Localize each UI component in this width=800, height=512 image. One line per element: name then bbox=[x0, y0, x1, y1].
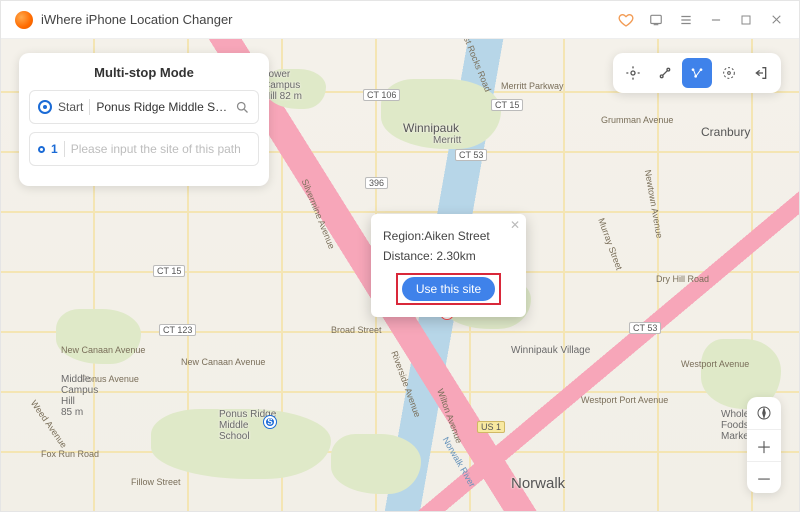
road-ponus: Ponus Avenue bbox=[81, 374, 139, 384]
app-title: iWhere iPhone Location Changer bbox=[41, 12, 233, 27]
distance-value: 2.30km bbox=[436, 249, 475, 263]
stop-index: 1 bbox=[51, 142, 58, 156]
start-label: Start bbox=[58, 100, 83, 114]
region-label: Region: bbox=[383, 229, 424, 243]
maximize-button[interactable] bbox=[737, 11, 755, 29]
label-cranbury: Cranbury bbox=[701, 125, 750, 139]
use-this-site-button[interactable]: Use this site bbox=[402, 277, 495, 301]
start-row[interactable]: Start Ponus Ridge Middle School bbox=[29, 90, 259, 124]
shield-ct53: CT 53 bbox=[629, 322, 661, 334]
shield-ct15: CT 15 bbox=[153, 265, 185, 277]
road-newtown: Newtown Avenue bbox=[643, 169, 665, 239]
close-button[interactable] bbox=[767, 11, 785, 29]
mode-toolbar bbox=[613, 53, 781, 93]
zoom-out-button[interactable]: － bbox=[747, 461, 781, 493]
road-broad: Broad Street bbox=[331, 325, 382, 335]
heart-icon[interactable] bbox=[617, 11, 635, 29]
road-silvermine: Silvermine Avenue bbox=[300, 178, 337, 251]
road-westport-port: Westport Port Avenue bbox=[581, 395, 668, 405]
shield-ct53: CT 53 bbox=[455, 149, 487, 161]
stop-dot-icon bbox=[38, 146, 45, 153]
zoom-in-button[interactable]: ＋ bbox=[747, 429, 781, 461]
stop1-input[interactable]: Please input the site of this path bbox=[71, 142, 250, 156]
feedback-icon[interactable] bbox=[647, 11, 665, 29]
road-fillow: Fillow Street bbox=[131, 477, 181, 487]
road-grumman: Grumman Avenue bbox=[601, 115, 673, 125]
popup-close-icon[interactable]: ✕ bbox=[510, 218, 520, 232]
search-icon[interactable] bbox=[235, 100, 250, 115]
zoom-control: ＋ － bbox=[747, 397, 781, 493]
poi-middle-campus: Middle Campus Hill 85 m bbox=[61, 374, 98, 418]
start-pin[interactable] bbox=[264, 416, 276, 428]
road-murray: Murray Street bbox=[596, 217, 624, 272]
distance-label: Distance: bbox=[383, 249, 433, 263]
road-weed: Weed Avenue bbox=[29, 398, 69, 449]
mode-joystick-icon[interactable] bbox=[714, 58, 744, 88]
compass-icon[interactable] bbox=[747, 397, 781, 429]
minimize-button[interactable] bbox=[707, 11, 725, 29]
shield-ct123: CT 123 bbox=[159, 324, 196, 336]
label-norwalk-river: Norwalk River bbox=[441, 435, 478, 489]
label-winnipauk-village: Winnipauk Village bbox=[511, 345, 590, 356]
start-icon bbox=[38, 100, 52, 114]
menu-icon[interactable] bbox=[677, 11, 695, 29]
mode-locate-icon[interactable] bbox=[618, 58, 648, 88]
title-bar: iWhere iPhone Location Changer bbox=[1, 1, 799, 39]
road-merritt-pkwy: Merritt Parkway bbox=[501, 81, 564, 91]
region-value: Aiken Street bbox=[424, 229, 489, 243]
road-new-canaan-1: New Canaan Avenue bbox=[181, 357, 265, 367]
mode-exit-icon[interactable] bbox=[746, 58, 776, 88]
start-value: Ponus Ridge Middle School bbox=[96, 100, 229, 114]
mode-multistop-icon[interactable] bbox=[682, 58, 712, 88]
shield-396: 396 bbox=[365, 177, 388, 189]
stop1-row[interactable]: 1 Please input the site of this path bbox=[29, 132, 259, 166]
multistop-panel: Multi-stop Mode Start Ponus Ridge Middle… bbox=[19, 53, 269, 186]
panel-title: Multi-stop Mode bbox=[29, 65, 259, 80]
road-fox-run: Fox Run Road bbox=[41, 449, 99, 459]
road-wilton: Wilton Avenue bbox=[435, 387, 464, 444]
site-popup: ✕ Region:Aiken Street Distance: 2.30km U… bbox=[371, 214, 526, 317]
mode-onestop-icon[interactable] bbox=[650, 58, 680, 88]
road-riverside: Riverside Avenue bbox=[389, 349, 422, 418]
app-logo bbox=[15, 11, 33, 29]
road-dryhill: Dry Hill Road bbox=[656, 274, 709, 284]
label-norwalk: Norwalk bbox=[511, 475, 565, 492]
shield-us1: US 1 bbox=[477, 421, 505, 433]
